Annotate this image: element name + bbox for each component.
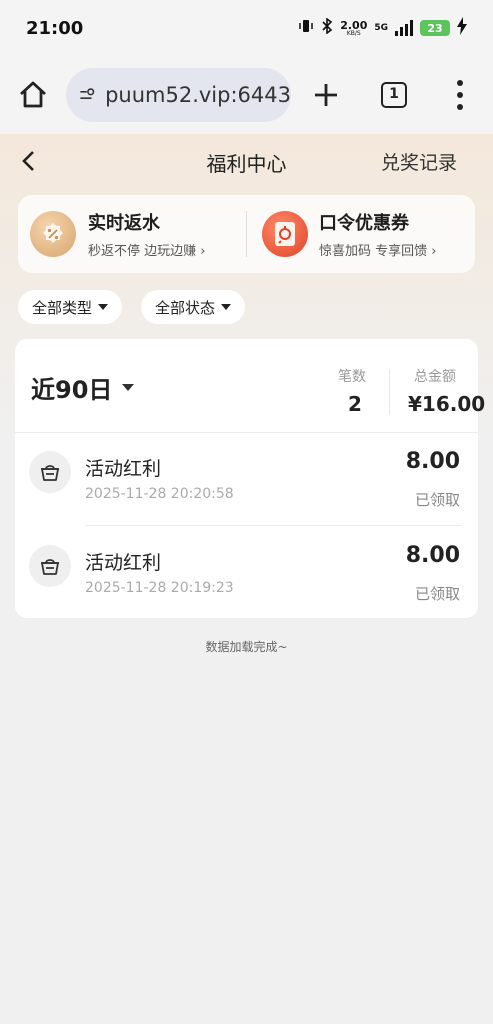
status-icons: 2.00 KB/S 5G 23 xyxy=(298,17,467,39)
vibrate-icon xyxy=(298,18,314,38)
dot-icon xyxy=(457,104,463,110)
period-label: 近90日 xyxy=(31,376,113,404)
caret-down-icon xyxy=(122,384,135,391)
tab-switcher-button[interactable]: 1 xyxy=(381,82,407,108)
divider xyxy=(389,369,390,415)
address-bar[interactable]: puum52.vip:6443 xyxy=(66,68,291,122)
records-card: 近90日 笔数 2 总金额 ¥16.00 活动红利 2025-11-28 20:… xyxy=(15,339,485,618)
filter-status-dropdown[interactable]: 全部状态 xyxy=(141,290,246,324)
promo-card: 实时返水 秒返不停 边玩边赚 › 口令优惠券 惊喜加码 专享回馈 › xyxy=(18,195,475,273)
caret-down-icon xyxy=(221,304,232,310)
count-value: 2 xyxy=(348,392,362,416)
battery-icon: 23 xyxy=(420,20,450,36)
net-speed-value: 2.00 xyxy=(340,18,368,32)
promo-title: 口令优惠券 xyxy=(319,213,409,234)
rebate-icon xyxy=(30,211,76,257)
network-type: 5G xyxy=(374,23,388,33)
load-status-text: 数据加载完成~ xyxy=(205,640,288,654)
record-title: 活动红利 xyxy=(85,458,162,480)
total-label: 总金额 xyxy=(414,369,456,385)
new-tab-button[interactable] xyxy=(312,78,340,112)
home-icon xyxy=(20,81,46,108)
caret-down-icon xyxy=(98,304,109,310)
plus-icon xyxy=(315,84,337,106)
dot-icon xyxy=(457,80,463,86)
count-label: 笔数 xyxy=(338,369,366,385)
filter-type-dropdown[interactable]: 全部类型 xyxy=(18,290,123,324)
promo-coupon[interactable]: 口令优惠券 惊喜加码 专享回馈 › xyxy=(246,195,474,273)
gift-basket-icon xyxy=(29,451,71,493)
record-amount: 8.00 xyxy=(405,543,460,568)
total-value: ¥16.00 xyxy=(408,392,486,416)
redeem-records-link[interactable]: 兑奖记录 xyxy=(381,148,457,175)
divider xyxy=(15,432,478,433)
url-text: puum52.vip:6443 xyxy=(105,83,291,107)
record-row[interactable]: 活动红利 2025-11-28 20:20:58 8.00 已领取 xyxy=(15,441,478,533)
more-menu-button[interactable] xyxy=(454,80,466,110)
dot-icon xyxy=(457,92,463,98)
period-dropdown[interactable]: 近90日 xyxy=(31,370,135,405)
promo-subtitle: 秒返不停 边玩边赚 › xyxy=(88,244,206,259)
signal-icon xyxy=(395,20,413,36)
record-time: 2025-11-28 20:19:23 xyxy=(85,580,234,596)
status-bar: 21:00 2.00 KB/S 5G 23 xyxy=(0,0,493,56)
promo-subtitle: 惊喜加码 专享回馈 › xyxy=(319,244,437,259)
bluetooth-icon xyxy=(321,17,333,38)
divider xyxy=(85,525,461,526)
coupon-icon xyxy=(262,211,308,257)
record-status: 已领取 xyxy=(414,585,460,603)
record-title: 活动红利 xyxy=(85,552,162,574)
filter-status-label: 全部状态 xyxy=(155,298,216,317)
record-status: 已领取 xyxy=(414,491,460,509)
promo-rebate[interactable]: 实时返水 秒返不停 边玩边赚 › xyxy=(18,195,246,273)
filter-type-label: 全部类型 xyxy=(32,298,93,317)
record-amount: 8.00 xyxy=(405,449,460,474)
home-button[interactable] xyxy=(16,78,50,112)
charging-icon xyxy=(457,17,467,39)
net-speed: 2.00 KB/S xyxy=(340,20,367,37)
net-speed-unit: KB/S xyxy=(346,29,361,37)
browser-toolbar: puum52.vip:6443 1 xyxy=(0,56,493,134)
record-row[interactable]: 活动红利 2025-11-28 20:19:23 8.00 已领取 xyxy=(15,535,478,627)
status-time: 21:00 xyxy=(26,17,84,39)
gift-basket-icon xyxy=(29,545,71,587)
record-time: 2025-11-28 20:20:58 xyxy=(85,486,234,502)
site-settings-icon[interactable] xyxy=(78,83,97,107)
page-header: 福利中心 兑奖记录 xyxy=(0,134,493,188)
promo-title: 实时返水 xyxy=(88,213,160,234)
